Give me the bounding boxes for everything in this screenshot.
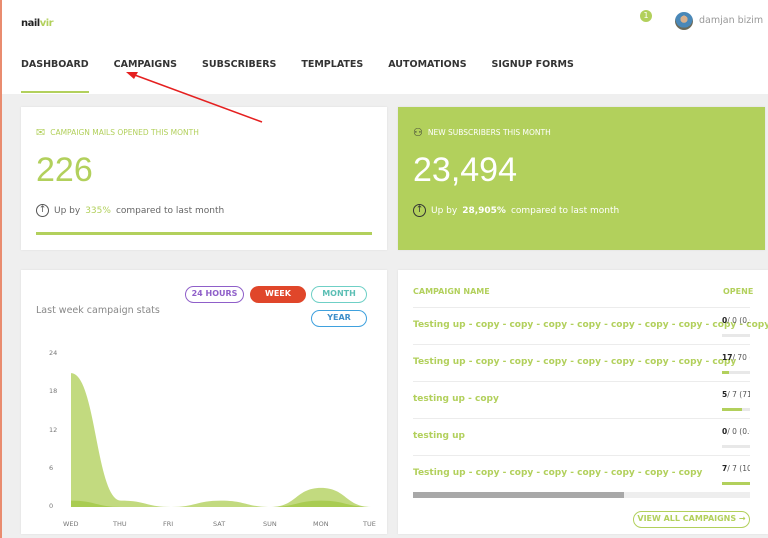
opened-count: 5/ 7 (71 [722,390,750,399]
nav-campaigns[interactable]: CAMPAIGNS [114,59,177,70]
campaign-name-link[interactable]: testing up - copy [413,394,499,404]
subscribers-title-text: NEW SUBSCRIBERS THIS MONTH [427,128,551,137]
envelope-icon: ✉ [36,126,46,139]
cmp-percent: 335% [85,205,111,216]
arrow-up-icon: ↑ [413,204,426,217]
user-icon: ⚇ [413,126,423,139]
main-nav: DASHBOARD CAMPAIGNS SUBSCRIBERS TEMPLATE… [21,59,599,93]
nav-templates[interactable]: TEMPLATES [301,59,363,70]
opened-title-text: CAMPAIGN MAILS OPENED THIS MONTH [50,128,199,137]
subscribers-stat-title: ⚇ NEW SUBSCRIBERS THIS MONTH [413,126,551,139]
subscribers-value: 23,494 [413,151,517,189]
opened-stat-card: ✉ CAMPAIGN MAILS OPENED THIS MONTH 226 ↑ U… [21,107,387,250]
chart-card: Last week campaign stats 24 HOURS WEEK M… [21,270,387,534]
opened-rate-bar [722,334,750,337]
table-row: Testing up - copy - copy - copy - copy -… [413,455,750,492]
nav-signup-forms[interactable]: SIGNUP FORMS [492,59,574,70]
table-row: Testing up - copy - copy - copy - copy -… [413,307,768,344]
table-row: testing up 0/ 0 (0.0 [413,418,750,455]
table-row: testing up - copy 5/ 7 (71 [413,381,750,418]
cmp-prefix: Up by [54,205,81,216]
opened-rate-fill [722,408,742,411]
opened-total: / 7 (71 [727,390,750,399]
top-header: nailvir 1 damjan bizim DASHBOARD CAMPAIG… [2,0,768,94]
opened-stat-title: ✉ CAMPAIGN MAILS OPENED THIS MONTH [36,126,199,139]
opened-total: / 70 ( [732,353,750,362]
campaign-name-link[interactable]: testing up [413,431,465,441]
opened-rate-bar [722,408,750,411]
series-area [71,373,371,507]
horizontal-scrollbar[interactable] [413,492,750,498]
opened-value: 226 [36,151,93,189]
opened-total: / 0 (0.0 [727,316,750,325]
cmp-suffix: compared to last month [510,205,620,216]
scrollbar-thumb[interactable] [413,492,624,498]
opened-rate-fill [722,482,750,485]
opened-count: 0/ 0 (0.0 [722,316,750,325]
cmp-suffix: compared to last month [115,205,225,216]
campaign-name-link[interactable]: Testing up - copy - copy - copy - copy -… [413,468,702,478]
avatar[interactable] [675,12,693,30]
opened-count: 7/ 7 (10 [722,464,750,473]
campaigns-card: CAMPAIGN NAME OPENE Testing up - copy - … [398,270,768,534]
view-all-campaigns-button[interactable]: VIEW ALL CAMPAIGNS → [633,511,750,528]
opened-count: 0/ 0 (0.0 [722,427,750,436]
opened-number: 17 [722,353,733,362]
opened-rate-bar [722,445,750,448]
campaign-name-link[interactable]: Testing up - copy - copy - copy - copy -… [413,357,736,367]
col-campaign-name[interactable]: CAMPAIGN NAME [413,287,490,296]
campaign-name-link[interactable]: Testing up - copy - copy - copy - copy -… [413,320,768,330]
user-name[interactable]: damjan bizim [699,15,763,26]
opened-total: / 0 (0.0 [727,427,750,436]
arrow-up-icon: ↑ [36,204,49,217]
opened-rate-fill [722,371,729,374]
opened-total: / 7 (10 [727,464,750,473]
area-chart [71,373,371,507]
nav-automations[interactable]: AUTOMATIONS [388,59,466,70]
cmp-prefix: Up by [431,205,458,216]
nav-dashboard[interactable]: DASHBOARD [21,59,89,93]
logo[interactable]: nailvir [21,18,54,29]
subscribers-stat-card: ⚇ NEW SUBSCRIBERS THIS MONTH 23,494 ↑ Up b… [398,107,765,250]
opened-comparison: ↑ Up by 335% compared to last month [36,204,224,217]
table-row: Testing up - copy - copy - copy - copy -… [413,344,750,381]
opened-rate-bar [722,482,750,485]
subscribers-comparison: ↑ Up by 28,905% compared to last month [413,204,619,217]
opened-progress-bar [36,232,372,235]
opened-count: 17/ 70 ( [722,353,750,362]
notification-badge[interactable]: 1 [640,10,652,22]
col-opened[interactable]: OPENE [723,287,753,296]
cmp-percent: 28,905% [462,205,506,216]
nav-subscribers[interactable]: SUBSCRIBERS [202,59,276,70]
opened-rate-bar [722,371,750,374]
